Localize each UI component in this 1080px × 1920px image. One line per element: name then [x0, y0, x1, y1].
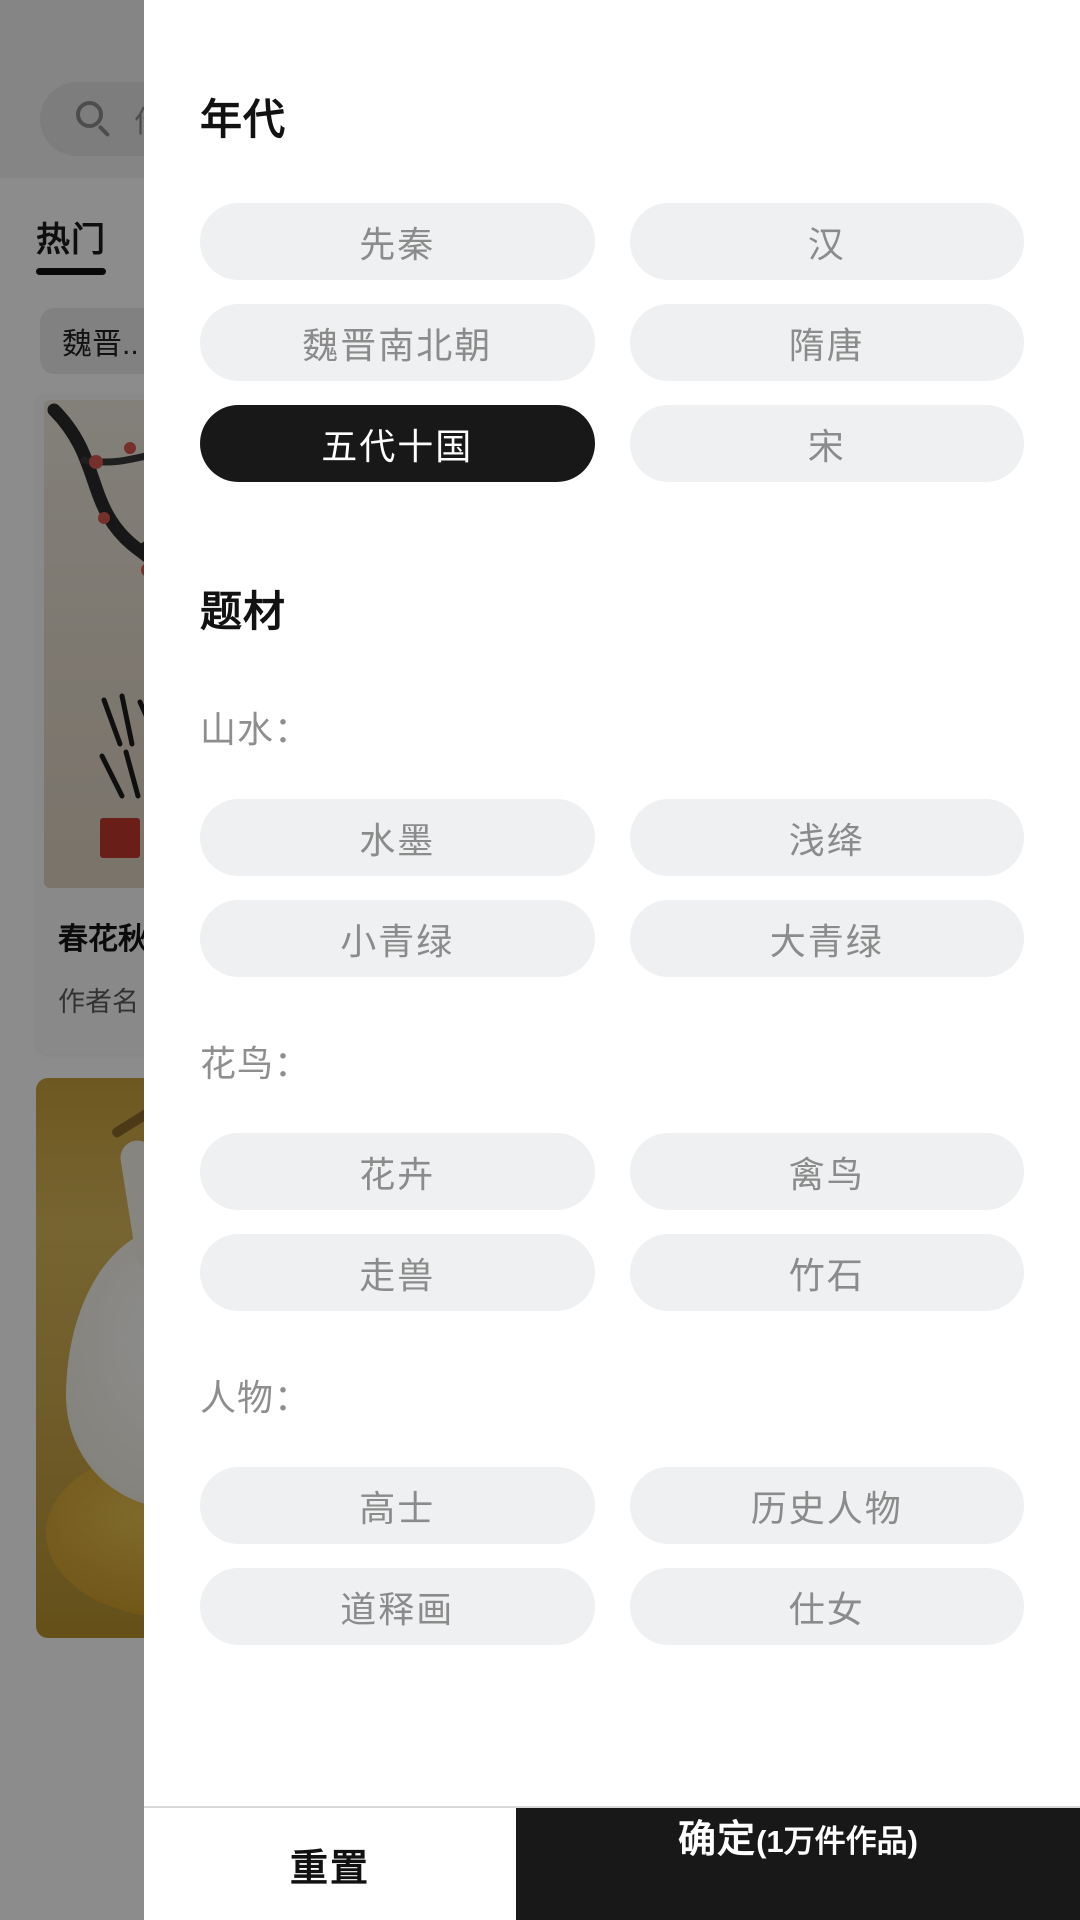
subject-chip-daoshihua[interactable]: 道释画 — [200, 1568, 595, 1645]
chip-label: 汉 — [807, 223, 846, 265]
era-chip-weijin-nanbeichao[interactable]: 魏晋南北朝 — [200, 304, 595, 381]
screen: 作 热门 魏晋.. — [0, 0, 1080, 1920]
chip-label: 仕女 — [788, 1588, 865, 1630]
chip-label: 禽鸟 — [788, 1153, 865, 1195]
filter-drawer: 年代 先秦 汉 魏晋南北朝 隋唐 五代十国 宋 题材 山水： 水墨 浅绛 小青绿… — [144, 0, 1080, 1920]
landscape-chip-grid: 水墨 浅绛 小青绿 大青绿 — [200, 799, 1024, 977]
chip-label: 先秦 — [359, 223, 436, 265]
group-label-figure: 人物： — [200, 1377, 312, 1418]
chip-label: 竹石 — [788, 1254, 865, 1296]
subject-chip-daqinglv[interactable]: 大青绿 — [629, 900, 1024, 977]
flower-bird-chip-grid: 花卉 禽鸟 走兽 竹石 — [200, 1133, 1024, 1311]
chip-label: 走兽 — [359, 1254, 436, 1296]
confirm-button[interactable]: 确定 (1万件作品) — [516, 1808, 1080, 1920]
subject-chip-huahui[interactable]: 花卉 — [200, 1133, 595, 1210]
chip-label: 高士 — [359, 1487, 436, 1529]
subject-chip-lishirenwu[interactable]: 历史人物 — [629, 1467, 1024, 1544]
era-chip-suitang[interactable]: 隋唐 — [629, 304, 1024, 381]
section-title-subject: 题材 — [200, 588, 287, 635]
chip-label: 宋 — [807, 425, 846, 467]
reset-button[interactable]: 重置 — [144, 1808, 516, 1920]
chip-label: 水墨 — [359, 819, 436, 861]
subject-chip-zhushi[interactable]: 竹石 — [629, 1234, 1024, 1311]
chip-label: 道释画 — [340, 1588, 455, 1630]
era-chip-song[interactable]: 宋 — [629, 405, 1024, 482]
subject-chip-gaoshi[interactable]: 高士 — [200, 1467, 595, 1544]
subject-chip-qianjiang[interactable]: 浅绛 — [629, 799, 1024, 876]
chip-label: 大青绿 — [769, 920, 884, 962]
subject-chip-zoushou[interactable]: 走兽 — [200, 1234, 595, 1311]
group-label-landscape: 山水： — [200, 709, 312, 750]
confirm-button-count: (1万件作品) — [756, 1824, 918, 1859]
chip-label: 小青绿 — [340, 920, 455, 962]
section-title-era: 年代 — [200, 96, 287, 143]
chip-label: 花卉 — [359, 1153, 436, 1195]
era-chip-grid: 先秦 汉 魏晋南北朝 隋唐 五代十国 宋 — [200, 203, 1024, 482]
filter-scroll-area[interactable]: 年代 先秦 汉 魏晋南北朝 隋唐 五代十国 宋 题材 山水： 水墨 浅绛 小青绿… — [144, 0, 1080, 1920]
subject-chip-shinv[interactable]: 仕女 — [629, 1568, 1024, 1645]
chip-label: 魏晋南北朝 — [302, 324, 493, 366]
confirm-button-label: 确定 — [678, 1819, 757, 1861]
bottom-action-bar: 重置 确定 (1万件作品) — [144, 1806, 1080, 1920]
chip-label: 历史人物 — [750, 1487, 903, 1529]
subject-chip-xiaoqinglv[interactable]: 小青绿 — [200, 900, 595, 977]
figure-chip-grid: 高士 历史人物 道释画 仕女 — [200, 1467, 1024, 1645]
chip-label: 隋唐 — [788, 324, 865, 366]
subject-chip-shuimo[interactable]: 水墨 — [200, 799, 595, 876]
subject-chip-qinniao[interactable]: 禽鸟 — [629, 1133, 1024, 1210]
era-chip-xianqin[interactable]: 先秦 — [200, 203, 595, 280]
chip-label: 五代十国 — [321, 425, 474, 467]
chip-label: 浅绛 — [788, 819, 865, 861]
reset-button-label: 重置 — [289, 1847, 370, 1890]
era-chip-wudai-shiguo[interactable]: 五代十国 — [200, 405, 595, 482]
era-chip-han[interactable]: 汉 — [629, 203, 1024, 280]
group-label-flower-bird: 花鸟： — [200, 1043, 312, 1084]
